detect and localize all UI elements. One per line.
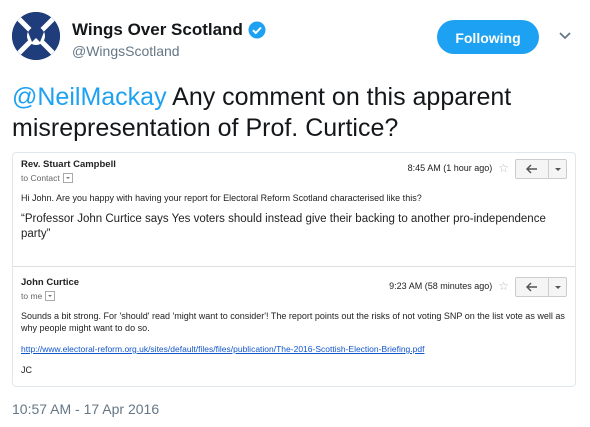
verified-badge-icon (248, 21, 266, 39)
star-icon: ☆ (498, 279, 509, 293)
reply-icon (516, 278, 549, 296)
message-time: 8:45 AM (1 hour ago) ☆ (408, 161, 509, 175)
tweet-header: Wings Over Scotland @WingsScotland Follo… (12, 10, 578, 66)
quoted-text: “Professor John Curtice says Yes voters … (21, 213, 546, 240)
message-time: 9:23 AM (58 minutes ago) ☆ (389, 279, 509, 293)
email-screenshot-card[interactable]: Rev. Stuart Campbell to Contact 8:45 AM … (12, 152, 576, 387)
name-row: Wings Over Scotland (72, 20, 266, 40)
mention-link[interactable]: @NeilMackay (12, 83, 167, 111)
recipient-dropdown-icon (45, 291, 56, 301)
recipient-text: to Contact (21, 173, 60, 183)
time-text: 8:45 AM (1 hour ago) (407, 163, 493, 173)
chevron-down-icon[interactable] (556, 26, 574, 44)
reply-button-group (515, 277, 567, 297)
email-message-2: John Curtice to me 9:23 AM (58 minutes a… (21, 277, 567, 376)
message-divider (13, 266, 575, 267)
account-handle[interactable]: @WingsScotland (72, 43, 180, 59)
display-name[interactable]: Wings Over Scotland (72, 20, 243, 40)
avatar[interactable] (12, 12, 60, 60)
tweet-timestamp[interactable]: 10:57 AM - 17 Apr 2016 (12, 401, 159, 417)
link-row: http://www.electoral-reform.org.uk/sites… (21, 344, 567, 354)
star-icon: ☆ (498, 161, 509, 175)
time-text: 9:23 AM (58 minutes ago) (389, 281, 493, 291)
recipient-dropdown-icon (62, 173, 73, 183)
more-dropdown-icon (549, 278, 566, 296)
reply-icon (516, 160, 549, 178)
email-message-1: Rev. Stuart Campbell to Contact 8:45 AM … (21, 159, 567, 242)
tweet-text: @NeilMackay Any comment on this apparent… (12, 82, 578, 144)
more-dropdown-icon (549, 160, 566, 178)
message-body: Sounds a bit strong. For 'should' read '… (21, 311, 565, 333)
following-button[interactable]: Following (437, 20, 539, 54)
recipient-text: to me (21, 291, 43, 301)
briefing-link: http://www.electoral-reform.org.uk/sites… (21, 344, 425, 354)
message-body: Hi John. Are you happy with having your … (21, 193, 422, 203)
reply-button-group (515, 159, 567, 179)
signature: JC (21, 365, 32, 375)
